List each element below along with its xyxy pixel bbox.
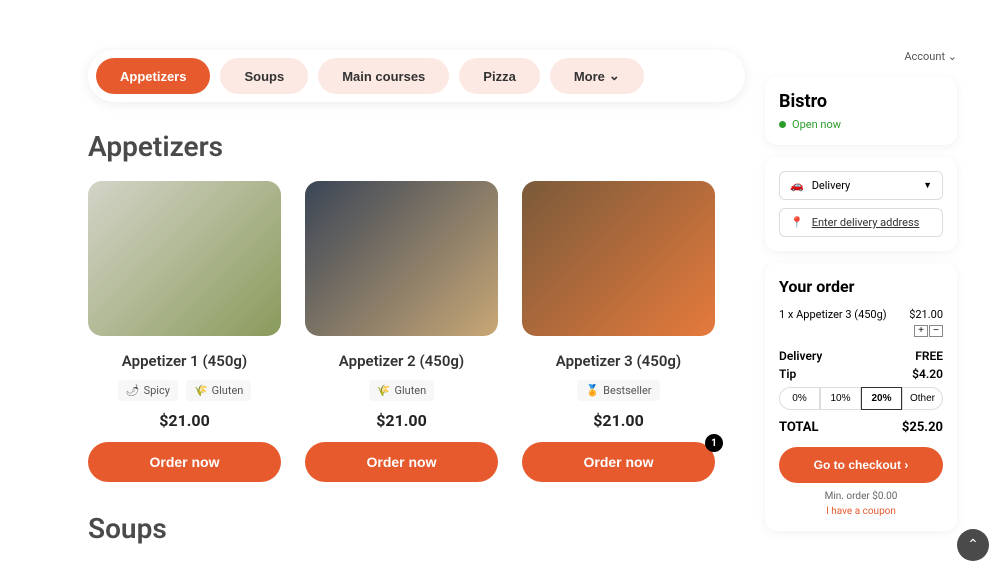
tip-option-10[interactable]: 10% bbox=[820, 387, 861, 410]
delivery-fee-row: Delivery FREE bbox=[779, 349, 943, 363]
product-price: $21.00 bbox=[305, 411, 498, 430]
product-title: Appetizer 1 (450g) bbox=[88, 352, 281, 370]
product-price: $21.00 bbox=[522, 411, 715, 430]
total-label: TOTAL bbox=[779, 420, 819, 435]
car-icon: 🚗 bbox=[790, 179, 804, 192]
quantity-decrease-button[interactable]: − bbox=[929, 325, 943, 337]
delivery-fee-label: Delivery bbox=[779, 349, 822, 363]
tip-option-0[interactable]: 0% bbox=[779, 387, 820, 410]
tip-value: $4.20 bbox=[912, 367, 943, 381]
product-tags: 🌾 Gluten bbox=[305, 380, 498, 401]
tab-main-courses[interactable]: Main courses bbox=[318, 58, 449, 94]
checkout-button[interactable]: Go to checkout › bbox=[779, 447, 943, 483]
order-button[interactable]: Order now bbox=[88, 442, 281, 482]
tag-label: Gluten bbox=[212, 384, 244, 397]
wheat-icon: 🌾 bbox=[194, 384, 208, 397]
product-tags: 🌶 Spicy 🌾 Gluten bbox=[88, 380, 281, 401]
tag-label: Bestseller bbox=[603, 384, 651, 397]
order-item-label: 1 x Appetizer 3 (450g) bbox=[779, 308, 887, 321]
order-line-item: 1 x Appetizer 3 (450g) $21.00 bbox=[779, 308, 943, 321]
caret-down-icon: ▼ bbox=[923, 180, 932, 191]
tip-row: Tip $4.20 bbox=[779, 367, 943, 381]
order-item-price: $21.00 bbox=[909, 308, 943, 321]
category-tabs: Appetizers Soups Main courses Pizza More… bbox=[88, 50, 745, 102]
checkout-label: Go to checkout bbox=[814, 458, 901, 472]
tip-option-20[interactable]: 20% bbox=[861, 387, 902, 410]
tab-appetizers[interactable]: Appetizers bbox=[96, 58, 210, 94]
section-title-appetizers: Appetizers bbox=[88, 130, 745, 163]
coupon-link[interactable]: I have a coupon bbox=[779, 506, 943, 517]
product-cards: Appetizer 1 (450g) 🌶 Spicy 🌾 Gluten $21.… bbox=[88, 181, 745, 482]
tag-label: Spicy bbox=[144, 384, 170, 397]
product-image[interactable] bbox=[88, 181, 281, 336]
product-image[interactable] bbox=[522, 181, 715, 336]
restaurant-name: Bistro bbox=[779, 91, 943, 112]
medal-icon: 🏅 bbox=[585, 384, 599, 397]
chevron-up-icon: ⌃ bbox=[967, 537, 979, 553]
account-menu[interactable]: Account ⌄ bbox=[765, 50, 957, 63]
product-card: Appetizer 2 (450g) 🌾 Gluten $21.00 Order… bbox=[305, 181, 498, 482]
min-order-text: Min. order $0.00 bbox=[779, 491, 943, 502]
chevron-down-icon: ⌄ bbox=[609, 68, 620, 84]
product-image[interactable] bbox=[305, 181, 498, 336]
product-tags: 🏅 Bestseller bbox=[522, 380, 715, 401]
total-row: TOTAL $25.20 bbox=[779, 420, 943, 435]
tab-more[interactable]: More ⌄ bbox=[550, 58, 644, 94]
delivery-panel: 🚗 Delivery ▼ 📍 Enter delivery address bbox=[765, 157, 957, 251]
tab-more-label: More bbox=[574, 69, 605, 84]
open-status: Open now bbox=[779, 118, 943, 131]
address-prompt: Enter delivery address bbox=[812, 216, 920, 229]
tip-label: Tip bbox=[779, 367, 796, 381]
chili-icon: 🌶 bbox=[126, 384, 140, 397]
account-label: Account bbox=[904, 50, 945, 63]
open-label: Open now bbox=[792, 118, 841, 131]
product-price: $21.00 bbox=[88, 411, 281, 430]
chevron-right-icon: › bbox=[904, 458, 908, 472]
product-card: Appetizer 1 (450g) 🌶 Spicy 🌾 Gluten $21.… bbox=[88, 181, 281, 482]
product-card: Appetizer 3 (450g) 🏅 Bestseller $21.00 O… bbox=[522, 181, 715, 482]
chevron-down-icon: ⌄ bbox=[948, 50, 957, 63]
product-title: Appetizer 3 (450g) bbox=[522, 352, 715, 370]
tag-bestseller: 🏅 Bestseller bbox=[577, 380, 659, 401]
section-title-soups: Soups bbox=[88, 512, 745, 545]
tag-gluten: 🌾 Gluten bbox=[186, 380, 251, 401]
product-title: Appetizer 2 (450g) bbox=[305, 352, 498, 370]
tag-label: Gluten bbox=[394, 384, 426, 397]
order-panel: Your order 1 x Appetizer 3 (450g) $21.00… bbox=[765, 263, 957, 531]
tip-options: 0% 10% 20% Other bbox=[779, 387, 943, 410]
total-value: $25.20 bbox=[902, 420, 943, 435]
tag-gluten: 🌾 Gluten bbox=[369, 380, 434, 401]
status-dot-icon bbox=[779, 121, 786, 128]
order-button[interactable]: Order now bbox=[305, 442, 498, 482]
cart-quantity-badge: 1 bbox=[705, 434, 723, 452]
quantity-stepper: + − bbox=[779, 325, 943, 337]
delivery-fee-value: FREE bbox=[915, 349, 943, 363]
quantity-increase-button[interactable]: + bbox=[914, 325, 928, 337]
restaurant-panel: Bistro Open now bbox=[765, 77, 957, 145]
scroll-to-top-button[interactable]: ⌃ bbox=[957, 529, 989, 561]
delivery-method-select[interactable]: 🚗 Delivery ▼ bbox=[779, 171, 943, 200]
pin-icon: 📍 bbox=[790, 216, 804, 229]
delivery-address-input[interactable]: 📍 Enter delivery address bbox=[779, 208, 943, 237]
tab-pizza[interactable]: Pizza bbox=[459, 58, 540, 94]
order-button[interactable]: Order now bbox=[522, 442, 715, 482]
delivery-label: Delivery bbox=[812, 179, 851, 192]
order-title: Your order bbox=[779, 277, 943, 296]
tab-soups[interactable]: Soups bbox=[220, 58, 308, 94]
wheat-icon: 🌾 bbox=[377, 384, 391, 397]
tag-spicy: 🌶 Spicy bbox=[118, 380, 178, 401]
tip-option-other[interactable]: Other bbox=[902, 387, 943, 410]
